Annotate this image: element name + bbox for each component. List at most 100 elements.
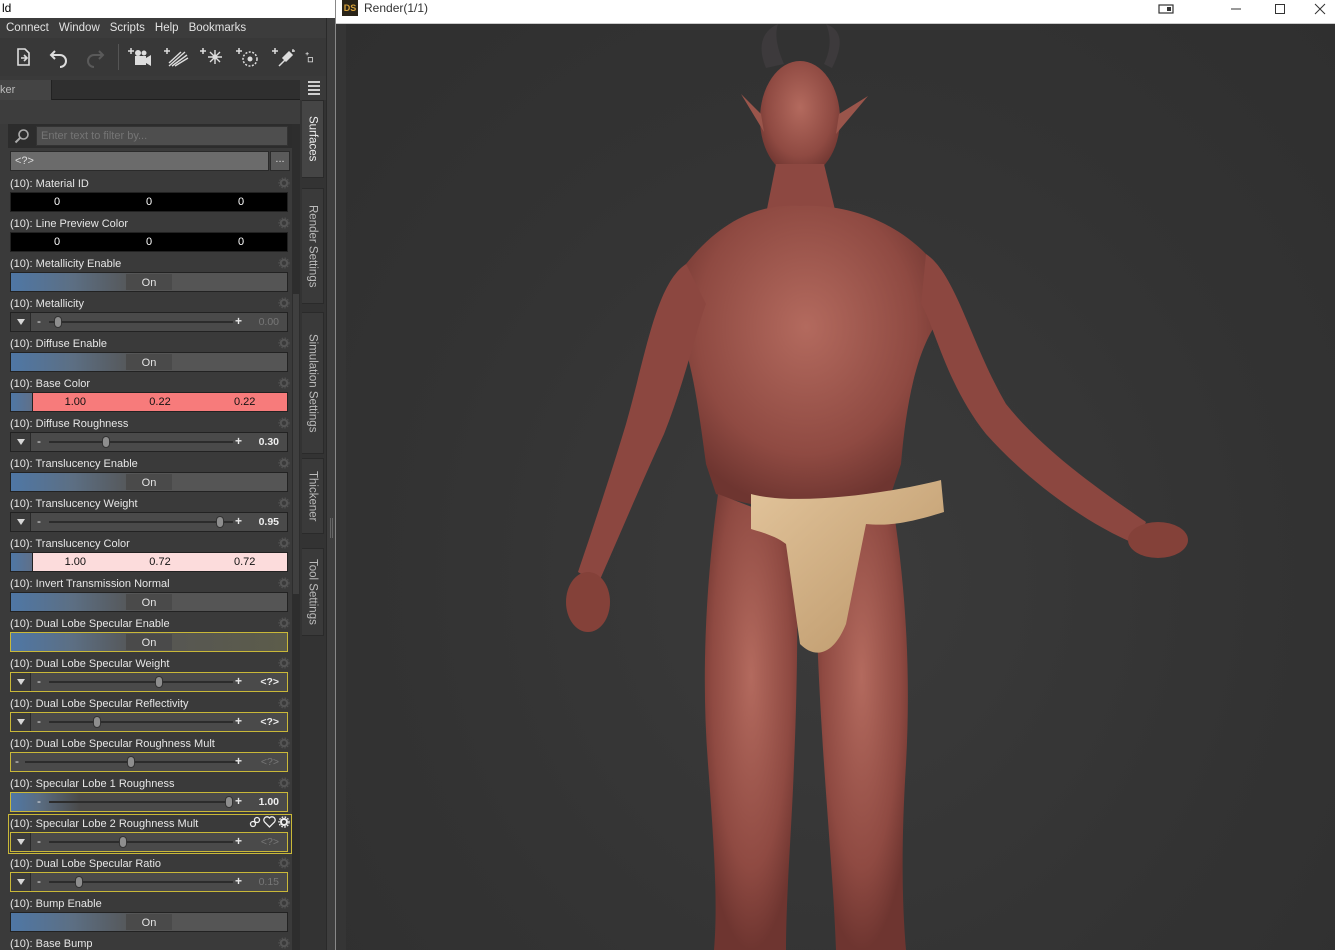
surface-selector[interactable]: <?>	[10, 151, 269, 171]
decrement-button[interactable]: -	[37, 833, 41, 849]
slider-thumb[interactable]	[75, 876, 84, 888]
gear-icon[interactable]	[278, 337, 290, 349]
slider-value[interactable]: <?>	[260, 673, 279, 691]
slider-menu-triangle-icon[interactable]	[11, 833, 31, 851]
numeric-field[interactable]: 0	[103, 233, 195, 251]
slider-track[interactable]	[49, 841, 233, 843]
decrement-button[interactable]: -	[37, 313, 41, 329]
panel-menu-button[interactable]	[303, 78, 325, 98]
toggle-switch[interactable]: On	[10, 912, 288, 932]
gear-icon[interactable]	[278, 537, 290, 549]
gear-icon[interactable]	[278, 737, 290, 749]
maximize-button[interactable]	[1268, 0, 1292, 18]
slider-value[interactable]: <?>	[260, 713, 279, 731]
menu-connect[interactable]: Connect	[6, 22, 49, 34]
numeric-field[interactable]: 0	[11, 233, 103, 251]
favorite-heart-icon[interactable]	[263, 816, 276, 831]
color-channel-value[interactable]: 0.72	[202, 553, 287, 571]
slider-menu-triangle-icon[interactable]	[11, 513, 31, 531]
gear-icon[interactable]	[278, 816, 290, 831]
property-slider[interactable]: - +0.15	[10, 872, 288, 892]
slider-thumb[interactable]	[216, 516, 225, 528]
gear-icon[interactable]	[278, 257, 290, 269]
panel-scrollbar[interactable]	[292, 124, 300, 950]
menu-bookmarks[interactable]: Bookmarks	[189, 22, 247, 34]
color-picker[interactable]: 1.00 0.72 0.72	[10, 552, 288, 572]
property-slider[interactable]: - +0.95	[10, 512, 288, 532]
decrement-button[interactable]: -	[37, 793, 41, 809]
decrement-button[interactable]: -	[37, 513, 41, 529]
increment-button[interactable]: +	[235, 753, 242, 770]
panel-tab[interactable]: ker	[0, 80, 52, 100]
splitter-grip[interactable]	[330, 518, 333, 538]
slider-value[interactable]: 0.00	[259, 313, 279, 331]
decrement-button[interactable]: -	[37, 673, 41, 689]
color-value-fields[interactable]: 1.00 0.72 0.72	[33, 553, 287, 571]
increment-button[interactable]: +	[235, 833, 242, 850]
gear-icon[interactable]	[278, 497, 290, 509]
slider-thumb[interactable]	[127, 756, 135, 768]
increment-button[interactable]: +	[235, 673, 242, 690]
tab-tool-settings[interactable]: Tool Settings	[302, 548, 324, 636]
undo-button[interactable]	[44, 42, 74, 72]
tab-surfaces[interactable]: Surfaces	[302, 100, 324, 178]
numeric-field[interactable]: 0	[103, 193, 195, 211]
gear-icon[interactable]	[278, 697, 290, 709]
menu-scripts[interactable]: Scripts	[110, 22, 145, 34]
menu-help[interactable]: Help	[155, 22, 179, 34]
property-slider[interactable]: - + <?>	[10, 712, 288, 732]
gear-icon[interactable]	[278, 897, 290, 909]
slider-menu-triangle-icon[interactable]	[11, 673, 31, 691]
filter-input[interactable]	[36, 126, 288, 146]
slider-thumb[interactable]	[119, 836, 128, 848]
decrement-button[interactable]: -	[37, 873, 41, 889]
numeric-field-group[interactable]: 000	[10, 232, 288, 252]
property-slider[interactable]: - + <?>	[10, 752, 288, 772]
slider-thumb[interactable]	[93, 716, 101, 728]
add-light-button[interactable]	[269, 42, 299, 72]
slider-value[interactable]: 0.95	[259, 513, 279, 531]
color-channel-value[interactable]: 0.22	[202, 393, 287, 411]
add-spot-light-button[interactable]	[197, 42, 227, 72]
gear-icon[interactable]	[278, 577, 290, 589]
color-map-button[interactable]	[11, 393, 33, 411]
slider-menu-triangle-icon[interactable]	[11, 313, 31, 331]
slider-value[interactable]: 0.15	[259, 873, 279, 891]
slider-value[interactable]: 0.30	[259, 433, 279, 451]
toggle-switch[interactable]: On	[10, 592, 288, 612]
gear-icon[interactable]	[278, 177, 290, 189]
color-channel-value[interactable]: 1.00	[33, 393, 118, 411]
gear-icon[interactable]	[278, 657, 290, 669]
link-icon[interactable]	[249, 816, 261, 831]
slider-track[interactable]	[49, 681, 233, 683]
increment-button[interactable]: +	[235, 873, 242, 890]
numeric-field-group[interactable]: 000	[10, 192, 288, 212]
decrement-button[interactable]: -	[37, 433, 41, 449]
decrement-button[interactable]: -	[15, 753, 19, 769]
pane-splitter[interactable]	[326, 18, 335, 950]
numeric-field[interactable]: 0	[11, 193, 103, 211]
increment-button[interactable]: +	[235, 713, 242, 730]
slider-thumb[interactable]	[101, 436, 110, 448]
add-point-light-button[interactable]	[233, 42, 263, 72]
add-camera-button[interactable]	[125, 42, 155, 72]
property-slider[interactable]: - + <?>	[10, 672, 288, 692]
slider-thumb[interactable]	[54, 316, 63, 328]
add-distant-light-button[interactable]	[161, 42, 191, 72]
color-channel-value[interactable]: 0.72	[118, 553, 203, 571]
numeric-field[interactable]: 0	[195, 193, 287, 211]
minimize-button[interactable]	[1224, 0, 1248, 18]
tab-thickener[interactable]: Thickener	[302, 458, 324, 534]
increment-button[interactable]: +	[235, 793, 242, 810]
close-button[interactable]	[1308, 0, 1332, 18]
toggle-switch[interactable]: On	[10, 632, 288, 652]
slider-value[interactable]: <?>	[261, 833, 279, 851]
gear-icon[interactable]	[278, 777, 290, 789]
render-canvas[interactable]	[346, 24, 1335, 950]
gear-icon[interactable]	[278, 857, 290, 869]
slider-value[interactable]: 1.00	[259, 793, 279, 811]
color-picker[interactable]: 1.00 0.22 0.22	[10, 392, 288, 412]
toggle-switch[interactable]: On	[10, 272, 288, 292]
slider-track[interactable]	[49, 441, 233, 443]
gear-icon[interactable]	[278, 617, 290, 629]
